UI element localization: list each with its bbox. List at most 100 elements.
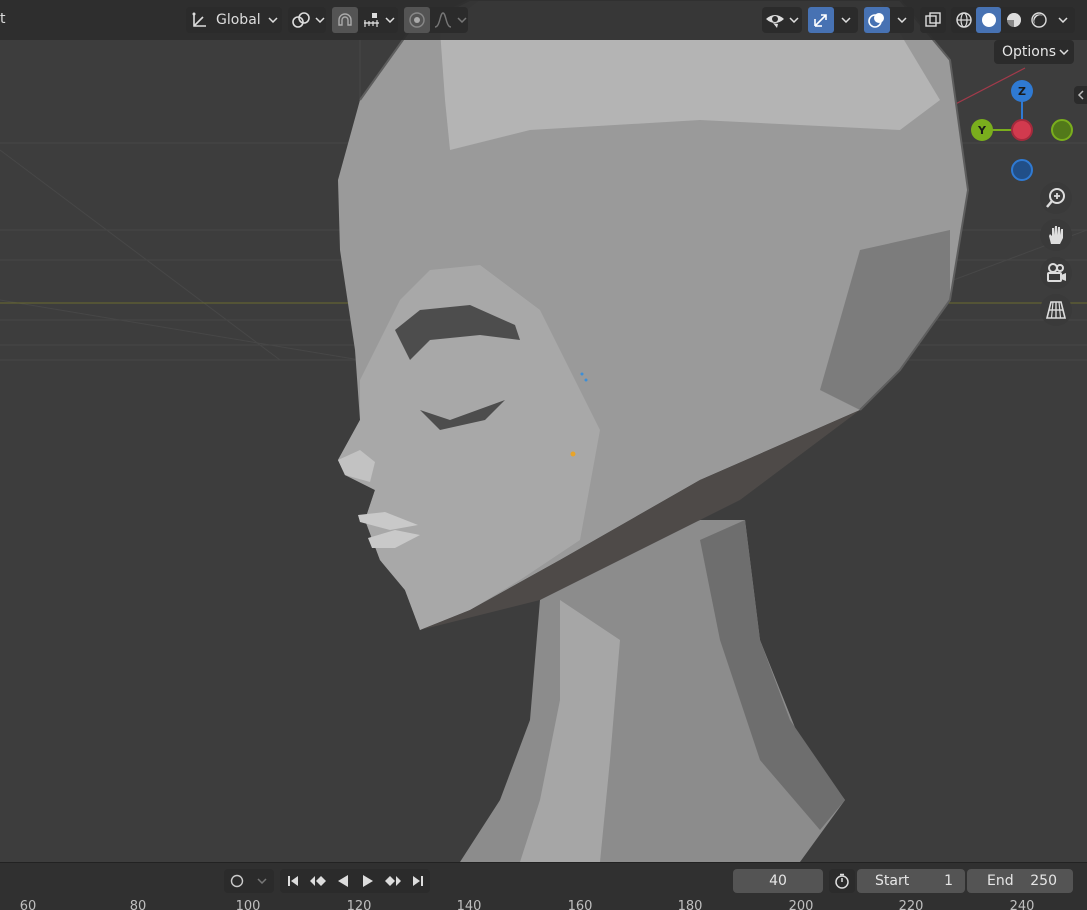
prev-keyframe-icon (309, 876, 326, 886)
jump-start-icon (287, 876, 298, 886)
chevron-down-icon (788, 7, 800, 33)
jump-end-button[interactable] (405, 869, 430, 893)
perspective-toggle-button[interactable] (1040, 294, 1072, 326)
gizmo-neg-y-axis[interactable] (1051, 119, 1073, 141)
chevron-down-icon (384, 7, 396, 33)
object-origin (570, 451, 576, 457)
blender-app: Z Y Options t Global 40 Start 1 End 250 … (0, 0, 1087, 910)
keying-circle-icon (224, 869, 249, 893)
chevron-down-icon (456, 7, 468, 33)
ruler-label: 80 (129, 899, 147, 910)
jump-end-icon (412, 876, 423, 886)
gizmo-toggle[interactable] (808, 7, 834, 33)
3d-viewport[interactable]: Z Y Options (0, 0, 1087, 862)
keying-dropdown[interactable] (224, 869, 274, 893)
pan-button[interactable] (1040, 219, 1072, 251)
jump-start-button[interactable] (280, 869, 305, 893)
proportional-editing-toggle[interactable] (404, 7, 430, 33)
ruler-label: 180 (677, 899, 703, 910)
chevron-down-icon (267, 7, 279, 33)
xray-toggle-icon (920, 7, 946, 33)
overlays-group (864, 7, 914, 33)
pivot-point-dropdown[interactable] (288, 7, 326, 33)
head-mesh (338, 0, 970, 862)
options-label: Options (1002, 44, 1057, 60)
proportional-editing-icon (409, 12, 425, 28)
viewport-scene (0, 0, 1087, 862)
timeline: 40 Start 1 End 250 60 80 100 120 140 160… (0, 862, 1087, 910)
snap-toggle[interactable] (332, 7, 358, 33)
overlays-toggle[interactable] (864, 7, 890, 33)
play-reverse-button[interactable] (330, 869, 355, 893)
proportional-editing-group (404, 7, 468, 33)
start-value: 1 (944, 873, 953, 889)
start-frame-field[interactable]: Start 1 (857, 869, 965, 893)
end-frame-field[interactable]: End 250 (967, 869, 1073, 893)
ruler-label: 200 (788, 899, 814, 910)
snap-target-dropdown[interactable] (358, 7, 384, 33)
object-visibility-dropdown[interactable] (762, 7, 802, 33)
next-keyframe-button[interactable] (380, 869, 405, 893)
falloff-dropdown[interactable] (430, 7, 456, 33)
gizmo-y-axis[interactable]: Y (971, 119, 993, 141)
ruler-label: 160 (567, 899, 593, 910)
play-reverse-icon (337, 875, 348, 887)
sidebar-toggle[interactable] (1074, 86, 1087, 104)
gizmo-x-axis[interactable] (1011, 119, 1033, 141)
current-frame-value: 40 (769, 873, 787, 889)
gizmo-z-axis[interactable]: Z (1011, 80, 1033, 102)
xray-toggle[interactable] (920, 7, 946, 33)
ruler-label: 60 (19, 899, 37, 910)
start-label: Start (875, 873, 910, 889)
light-dot (584, 378, 588, 382)
stopwatch-toggle[interactable] (829, 869, 855, 893)
zoom-icon (1046, 188, 1065, 208)
gizmo-toggle-icon (814, 14, 827, 27)
gizmo-neg-z-axis[interactable] (1011, 159, 1033, 181)
next-keyframe-icon (384, 876, 401, 886)
zoom-button[interactable] (1040, 182, 1072, 214)
snap-increment-icon (364, 13, 379, 27)
chevron-down-icon (1058, 39, 1070, 65)
shading-group (951, 7, 1075, 33)
end-value: 250 (1030, 873, 1057, 889)
chevron-down-icon (840, 7, 852, 33)
stopwatch-icon (829, 869, 854, 893)
perspective-grid-icon (1045, 301, 1067, 319)
frame-ruler[interactable]: 60 80 100 120 140 160 180 200 220 240 (0, 897, 1087, 910)
solid-shading-button[interactable] (976, 7, 1001, 33)
rendered-shading-icon (1030, 12, 1047, 28)
chevron-down-icon (1057, 7, 1069, 33)
play-button[interactable] (355, 869, 380, 893)
prev-keyframe-button[interactable] (305, 869, 330, 893)
snap-group (332, 7, 398, 33)
ruler-label: 240 (1009, 899, 1035, 910)
chevron-down-icon (249, 869, 274, 893)
transform-orientation-icon (186, 7, 212, 33)
ruler-label: 140 (456, 899, 482, 910)
wireframe-shading-button[interactable] (951, 7, 976, 33)
pan-hand-icon (1049, 226, 1063, 244)
ruler-label: 120 (346, 899, 372, 910)
options-dropdown[interactable]: Options (994, 40, 1074, 64)
chevron-down-icon (896, 7, 908, 33)
camera-view-icon (1047, 263, 1066, 282)
end-label: End (987, 873, 1014, 889)
material-preview-button[interactable] (1001, 7, 1026, 33)
light-dot (580, 372, 584, 376)
chevron-down-icon (314, 7, 326, 33)
pivot-point-icon (288, 7, 314, 33)
solid-shading-icon (981, 13, 996, 27)
rendered-shading-button[interactable] (1026, 7, 1051, 33)
current-frame-field[interactable]: 40 (733, 869, 823, 893)
play-icon (362, 875, 373, 887)
camera-view-button[interactable] (1040, 257, 1072, 289)
ruler-label: 220 (898, 899, 924, 910)
falloff-curve-icon (434, 12, 452, 28)
playback-controls (280, 869, 430, 893)
header-cut-text: t (0, 11, 6, 27)
transform-orientation-dropdown[interactable]: Global (186, 7, 282, 33)
viewport-header: t Global (0, 0, 1087, 40)
gizmo-y-label: Y (978, 123, 986, 137)
object-visibility-icon (762, 7, 788, 33)
